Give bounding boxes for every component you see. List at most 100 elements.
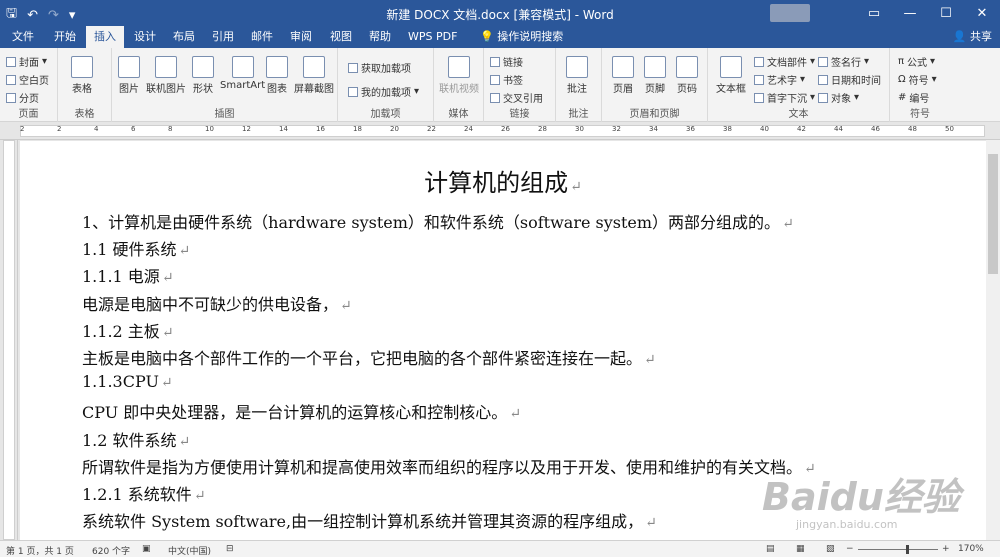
document-paragraph[interactable]: 所谓软件是指为方便使用计算机和提高使用效率而组织的程序以及用于开发、使用和维护的… (82, 454, 816, 478)
language[interactable]: 中文(中国) (168, 544, 211, 557)
picture-button[interactable]: 图片 (118, 56, 140, 95)
close-button[interactable]: ✕ (964, 0, 1000, 26)
macro-icon[interactable]: ⊟ (226, 544, 234, 554)
word-count[interactable]: 620 个字 (92, 544, 130, 557)
tab-design[interactable]: 设计 (126, 26, 164, 48)
ruler-tick-label: 26 (501, 125, 510, 133)
ribbon-display-options-icon[interactable]: ▭ (856, 0, 892, 26)
title-bar: 🖫 ↶ ↷ ▾ 新建 DOCX 文档.docx [兼容模式] - Word ▭ … (0, 0, 1000, 26)
tab-insert[interactable]: 插入 (86, 26, 124, 48)
tab-file[interactable]: 文件 (4, 26, 42, 48)
picture-icon (118, 56, 140, 78)
document-title[interactable]: 计算机的组成 ↵ (20, 163, 986, 198)
pi-icon: π (898, 56, 905, 67)
tab-help[interactable]: 帮助 (361, 26, 399, 48)
tab-home[interactable]: 开始 (46, 26, 84, 48)
document-paragraph[interactable]: 1.1.3CPU ↵ (82, 372, 173, 391)
tab-layout[interactable]: 布局 (165, 26, 203, 48)
document-paragraph[interactable]: CPU 即中央处理器，是一台计算机的运算核心和控制核心。 ↵ (82, 399, 521, 423)
online-picture-icon (155, 56, 177, 78)
vertical-scrollbar[interactable] (986, 140, 1000, 540)
zoom-slider-thumb[interactable] (906, 545, 909, 554)
chart-button[interactable]: 图表 (266, 56, 288, 95)
bookmark-button[interactable]: 书签 (490, 72, 523, 87)
smartart-button[interactable]: SmartArt (220, 56, 265, 91)
tab-review[interactable]: 审阅 (282, 26, 320, 48)
page-break-icon (6, 92, 16, 103)
vertical-ruler[interactable] (0, 140, 18, 540)
get-addins-button[interactable]: 获取加载项 (348, 60, 411, 75)
document-paragraph[interactable]: 电源是电脑中不可缺少的供电设备， ↵ (82, 291, 352, 315)
dropcap-button[interactable]: 首字下沉 ▾ (754, 90, 815, 105)
maximize-button[interactable]: ☐ (928, 0, 964, 26)
zoom-in-button[interactable]: + (942, 544, 950, 554)
paragraph-mark: ↵ (645, 515, 657, 532)
date-time-button[interactable]: 日期和时间 (818, 72, 881, 87)
tab-wps-pdf[interactable]: WPS PDF (400, 26, 465, 48)
shapes-button[interactable]: 形状 (192, 56, 214, 95)
textbox-button[interactable]: 文本框 (716, 56, 746, 95)
cover-page-button[interactable]: 封面 ▾ (6, 54, 47, 69)
header-button[interactable]: 页眉 (612, 56, 634, 95)
zoom-out-button[interactable]: − (846, 544, 854, 554)
ruler-tick-label: 36 (686, 125, 695, 133)
document-paragraph[interactable]: 1、计算机是由硬件系统（hardware system）和软件系统（softwa… (82, 209, 794, 233)
blank-page-button[interactable]: 空白页 (6, 72, 49, 87)
document-paragraph[interactable]: 主板是电脑中各个部件工作的一个平台，它把电脑的各个部件紧密连接在一起。 ↵ (82, 345, 656, 369)
print-layout-icon[interactable]: ▦ (796, 544, 805, 554)
online-video-button[interactable]: 联机视频 (439, 56, 479, 95)
comment-button[interactable]: 批注 (566, 56, 588, 95)
share-button[interactable]: 👤 共享 (953, 26, 992, 48)
number-button[interactable]: # 编号 (898, 90, 929, 105)
table-button[interactable]: 表格 (71, 56, 93, 95)
group-header-footer: 页眉 页脚 页码 页眉和页脚 (602, 48, 708, 122)
group-links: 链接 书签 交叉引用 链接 (484, 48, 556, 122)
cross-reference-button[interactable]: 交叉引用 (490, 90, 543, 105)
smartart-icon (231, 56, 254, 78)
page-break-button[interactable]: 分页 (6, 90, 39, 105)
equation-button[interactable]: π 公式 ▾ (898, 54, 935, 69)
store-icon (348, 62, 358, 73)
tell-me-search[interactable]: 💡 操作说明搜索 (472, 26, 571, 48)
tab-view[interactable]: 视图 (322, 26, 360, 48)
symbol-button[interactable]: Ω 符号 ▾ (898, 72, 937, 87)
document-paragraph[interactable]: 1.1 硬件系统 ↵ (82, 236, 190, 260)
signature-icon (818, 56, 828, 67)
screenshot-button[interactable]: 屏幕截图 (294, 56, 334, 95)
zoom-slider[interactable] (858, 549, 938, 550)
scrollbar-thumb[interactable] (988, 154, 998, 274)
web-layout-icon[interactable]: ▧ (826, 544, 835, 554)
online-picture-button[interactable]: 联机图片 (146, 56, 186, 95)
page-number-button[interactable]: 页码 (676, 56, 698, 95)
footer-button[interactable]: 页脚 (644, 56, 666, 95)
paragraph-text: 1.1.2 主板 (82, 321, 160, 341)
zoom-level[interactable]: 170% (958, 544, 984, 554)
user-avatar[interactable] (770, 4, 810, 22)
paragraph-mark: ↵ (160, 375, 173, 392)
group-label-symbols: 符号 (910, 109, 930, 120)
tab-references[interactable]: 引用 (204, 26, 242, 48)
window-title: 新建 DOCX 文档.docx [兼容模式] - Word (386, 8, 614, 22)
link-button[interactable]: 链接 (490, 54, 523, 69)
page-count[interactable]: 第 1 页，共 1 页 (6, 544, 74, 557)
proofing-icon[interactable]: ▣ (142, 544, 151, 554)
paragraph-mark: ↵ (340, 297, 352, 314)
my-addins-button[interactable]: 我的加载项 ▾ (348, 84, 419, 99)
document-paragraph[interactable]: 系统软件 System software,由一组控制计算机系统并管理其资源的程序… (82, 508, 657, 532)
minimize-button[interactable]: — (892, 0, 928, 26)
document-paragraph[interactable]: 1.2.1 系统软件 ↵ (82, 481, 206, 505)
read-mode-icon[interactable]: ▤ (766, 544, 775, 554)
paragraph-text: 系统软件 System software,由一组控制计算机系统并管理其资源的程序… (82, 512, 644, 532)
group-label-pages: 页面 (18, 109, 39, 120)
object-button[interactable]: 对象 ▾ (818, 90, 859, 105)
horizontal-ruler[interactable]: 2 2 4 6 8 10 12 14 16 18 20 22 24 26 28 30 32 34 36 38 40 42 4… (0, 122, 1000, 140)
quick-parts-button[interactable]: 文档部件 ▾ (754, 54, 815, 69)
wordart-button[interactable]: 艺术字 ▾ (754, 72, 805, 87)
document-paragraph[interactable]: 1.1.2 主板 ↵ (82, 318, 174, 342)
document-paragraph[interactable]: 1.2 软件系统 ↵ (82, 427, 190, 451)
document-paragraph[interactable]: 1.1.1 电源 ↵ (82, 263, 174, 287)
tab-mailings[interactable]: 邮件 (243, 26, 281, 48)
signature-line-button[interactable]: 签名行 ▾ (818, 54, 869, 69)
video-icon (448, 56, 470, 78)
ruler-tick-label: 22 (427, 125, 436, 133)
